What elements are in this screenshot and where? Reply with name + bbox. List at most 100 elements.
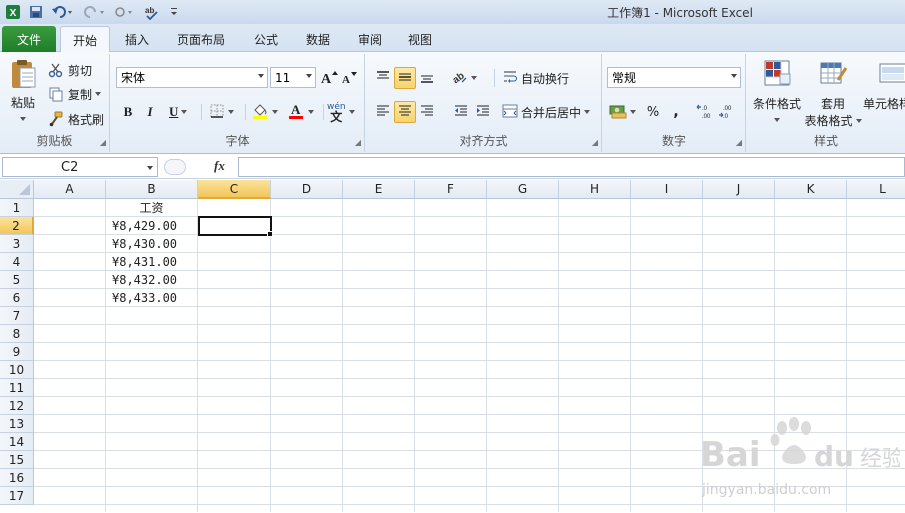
row-header-7[interactable]: 7 [0,307,34,325]
cell-b4[interactable]: ¥8,431.00 [106,253,197,271]
font-size-dropdown[interactable]: 11 [270,67,316,88]
align-right-button[interactable] [416,101,438,123]
align-center-button[interactable] [394,101,416,123]
insert-function-button[interactable]: fx [214,158,225,174]
row-header-6[interactable]: 6 [0,289,34,307]
orientation-button[interactable]: ab [450,67,480,89]
percent-button[interactable]: % [643,101,663,123]
row-header-12[interactable]: 12 [0,397,34,415]
column-header-c[interactable]: C [198,180,271,199]
decrease-decimal-button[interactable]: .00.0 [717,101,739,123]
align-middle-icon [397,69,413,88]
conditional-formatting-button[interactable]: 条件格式 [749,58,805,130]
row-header-5[interactable]: 5 [0,271,34,289]
tab-page-layout[interactable]: 页面布局 [168,26,234,52]
column-header-h[interactable]: H [559,180,631,199]
decrease-indent-button[interactable] [450,101,472,123]
column-header-b[interactable]: B [106,180,198,199]
select-all-button[interactable] [0,180,34,199]
shrink-font-button[interactable]: A [340,68,358,88]
tab-review[interactable]: 审阅 [348,26,392,52]
customize-icon[interactable] [112,3,136,21]
save-icon[interactable] [28,3,44,21]
currency-button[interactable] [609,101,641,123]
align-left-button[interactable] [372,101,394,123]
phonetic-button[interactable]: wén 文 [327,100,361,124]
underline-button[interactable]: U [163,102,193,122]
cell-b5[interactable]: ¥8,432.00 [106,271,197,289]
grow-font-button[interactable]: A [320,68,338,88]
fill-color-button[interactable] [251,102,285,122]
format-painter-button[interactable]: 格式刷 [48,109,104,129]
increase-decimal-button[interactable]: .0.00 [695,101,717,123]
font-color-button[interactable]: A [287,102,321,122]
svg-text:A: A [291,102,301,117]
alignment-launcher-icon[interactable]: ◢ [592,138,598,147]
row-header-13[interactable]: 13 [0,415,34,433]
cell-styles-button[interactable]: 单元格样 [863,58,905,130]
cell-b3[interactable]: ¥8,430.00 [106,235,197,253]
spelling-icon[interactable]: ab [142,3,162,21]
tab-formulas[interactable]: 公式 [244,26,288,52]
name-box[interactable]: C2 [2,157,158,177]
row-header-4[interactable]: 4 [0,253,34,271]
tab-data[interactable]: 数据 [296,26,340,52]
fill-handle[interactable] [267,231,273,237]
column-header-f[interactable]: F [415,180,487,199]
phonetic-icon: wén 文 [327,102,346,124]
align-top-button[interactable] [372,67,394,89]
row-header-1[interactable]: 1 [0,199,34,217]
bold-button[interactable]: B [119,102,137,122]
tab-insert[interactable]: 插入 [114,26,160,52]
undo-icon[interactable] [50,3,74,21]
cut-button[interactable]: 剪切 [48,60,92,80]
align-bottom-button[interactable] [416,67,438,89]
row-header-8[interactable]: 8 [0,325,34,343]
row-header-10[interactable]: 10 [0,361,34,379]
row-header-14[interactable]: 14 [0,433,34,451]
cell-styles-label: 单元格样 [863,97,905,111]
row-header-17[interactable]: 17 [0,487,34,505]
active-cell-c2[interactable] [198,216,272,236]
tab-file[interactable]: 文件 [2,26,56,52]
format-as-table-button[interactable]: 套用 表格格式 [805,58,862,130]
column-header-l[interactable]: L [847,180,905,199]
name-box-dropdown-icon[interactable] [147,166,153,170]
column-header-d[interactable]: D [271,180,343,199]
comma-button[interactable]: , [667,101,685,123]
redo-icon[interactable] [82,3,106,21]
row-header-11[interactable]: 11 [0,379,34,397]
column-header-i[interactable]: I [631,180,703,199]
column-header-e[interactable]: E [343,180,415,199]
formula-input[interactable] [238,157,905,177]
row-header-16[interactable]: 16 [0,469,34,487]
cell-b1[interactable]: 工资 [106,199,197,217]
column-header-k[interactable]: K [775,180,847,199]
clipboard-launcher-icon[interactable]: ◢ [100,138,106,147]
row-header-3[interactable]: 3 [0,235,34,253]
italic-button[interactable]: I [141,102,159,122]
number-launcher-icon[interactable]: ◢ [736,138,742,147]
paste-button[interactable]: 粘贴 [4,58,42,124]
number-format-dropdown[interactable]: 常规 [607,67,741,88]
font-family-dropdown[interactable]: 宋体 [116,67,268,88]
font-launcher-icon[interactable]: ◢ [355,138,361,147]
cell-b6[interactable]: ¥8,433.00 [106,289,197,307]
qat-dropdown-icon[interactable] [168,3,180,21]
align-middle-button[interactable] [394,67,416,89]
column-header-g[interactable]: G [487,180,559,199]
column-header-a[interactable]: A [34,180,106,199]
column-header-j[interactable]: J [703,180,775,199]
expand-collapse-icon[interactable] [164,159,186,175]
increase-indent-button[interactable] [472,101,494,123]
row-header-9[interactable]: 9 [0,343,34,361]
tab-view[interactable]: 视图 [398,26,442,52]
copy-button[interactable]: 复制 [48,84,102,104]
row-header-15[interactable]: 15 [0,451,34,469]
tab-home[interactable]: 开始 [60,26,110,53]
merge-center-button[interactable]: 合并后居中 [502,101,591,123]
cell-b2[interactable]: ¥8,429.00 [106,217,197,235]
row-header-2[interactable]: 2 [0,217,34,235]
wrap-text-button[interactable]: 自动换行 [502,67,569,89]
borders-button[interactable] [209,102,241,122]
